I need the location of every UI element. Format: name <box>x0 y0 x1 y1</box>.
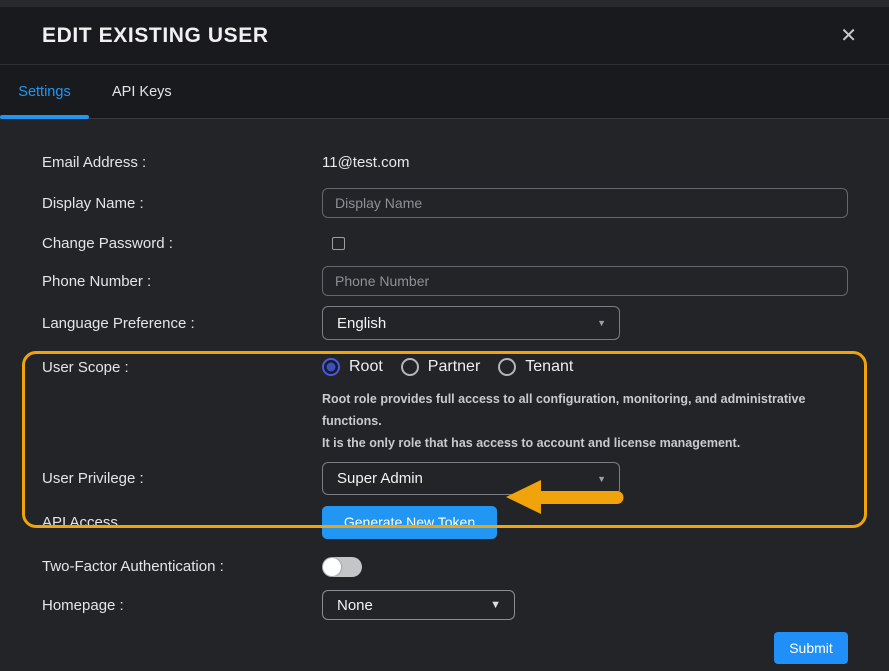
display-name-row: Display Name : <box>42 188 848 218</box>
settings-form: Email Address : 11@test.com Display Name… <box>0 119 889 664</box>
phone-input[interactable] <box>322 266 848 296</box>
tab-api-keys-label: API Keys <box>112 84 172 100</box>
api-access-row: API Access Generate New Token <box>42 505 848 539</box>
phone-row: Phone Number : <box>42 266 848 296</box>
phone-label: Phone Number : <box>42 273 322 290</box>
modal-title: EDIT EXISTING USER <box>42 24 840 48</box>
email-value: 11@test.com <box>322 154 409 171</box>
radio-tenant-label: Tenant <box>525 358 573 376</box>
radio-partner-label: Partner <box>428 358 480 376</box>
language-label: Language Preference : <box>42 315 322 332</box>
email-label: Email Address : <box>42 154 322 171</box>
user-scope-label: User Scope : <box>42 359 322 376</box>
radio-partner-circle <box>401 358 419 376</box>
two-factor-toggle[interactable] <box>322 557 362 577</box>
homepage-select[interactable]: None ▼ <box>322 590 515 620</box>
change-password-label: Change Password : <box>42 235 322 252</box>
tab-bar: Settings API Keys <box>0 65 889 119</box>
user-scope-radio-group: Root Partner Tenant <box>322 358 581 376</box>
two-factor-label: Two-Factor Authentication : <box>42 558 322 575</box>
user-privilege-label: User Privilege : <box>42 470 322 487</box>
user-scope-row: User Scope : Root Partner Tenant <box>42 352 848 382</box>
tab-api-keys[interactable]: API Keys <box>89 65 195 118</box>
change-password-checkbox[interactable] <box>332 237 345 250</box>
edit-user-modal: EDIT EXISTING USER ✕ Settings API Keys E… <box>0 0 889 671</box>
toggle-knob <box>323 558 341 576</box>
tab-settings[interactable]: Settings <box>0 65 89 118</box>
homepage-row: Homepage : None ▼ <box>42 590 848 620</box>
chevron-down-icon: ▼ <box>597 474 606 484</box>
language-row: Language Preference : English ▼ <box>42 306 848 340</box>
tab-settings-label: Settings <box>18 84 70 100</box>
homepage-select-value: None <box>337 597 373 614</box>
submit-button[interactable]: Submit <box>774 632 848 664</box>
radio-root-circle <box>322 358 340 376</box>
radio-tenant[interactable]: Tenant <box>498 358 573 376</box>
radio-root-label: Root <box>349 358 383 376</box>
display-name-input[interactable] <box>322 188 848 218</box>
role-description: Root role provides full access to all co… <box>322 388 848 454</box>
radio-tenant-circle <box>498 358 516 376</box>
language-select[interactable]: English ▼ <box>322 306 620 340</box>
radio-partner[interactable]: Partner <box>401 358 480 376</box>
dropdown-arrow-icon: ▼ <box>490 599 501 611</box>
modal-header: EDIT EXISTING USER ✕ <box>0 7 889 65</box>
change-password-row: Change Password : <box>42 232 848 254</box>
two-factor-row: Two-Factor Authentication : <box>42 556 848 577</box>
api-access-label: API Access <box>42 514 322 531</box>
generate-token-button[interactable]: Generate New Token <box>322 506 497 539</box>
top-strip <box>0 0 889 7</box>
user-privilege-row: User Privilege : Super Admin ▼ <box>42 462 848 495</box>
close-icon[interactable]: ✕ <box>840 26 857 46</box>
submit-row: Submit <box>42 632 848 664</box>
role-description-line1: Root role provides full access to all co… <box>322 388 848 432</box>
user-privilege-select-value: Super Admin <box>337 470 423 487</box>
homepage-label: Homepage : <box>42 597 322 614</box>
email-row: Email Address : 11@test.com <box>42 149 848 175</box>
language-select-value: English <box>337 315 386 332</box>
display-name-label: Display Name : <box>42 195 322 212</box>
chevron-down-icon: ▼ <box>597 318 606 328</box>
role-description-line2: It is the only role that has access to a… <box>322 432 848 454</box>
user-privilege-select[interactable]: Super Admin ▼ <box>322 462 620 495</box>
radio-root[interactable]: Root <box>322 358 383 376</box>
